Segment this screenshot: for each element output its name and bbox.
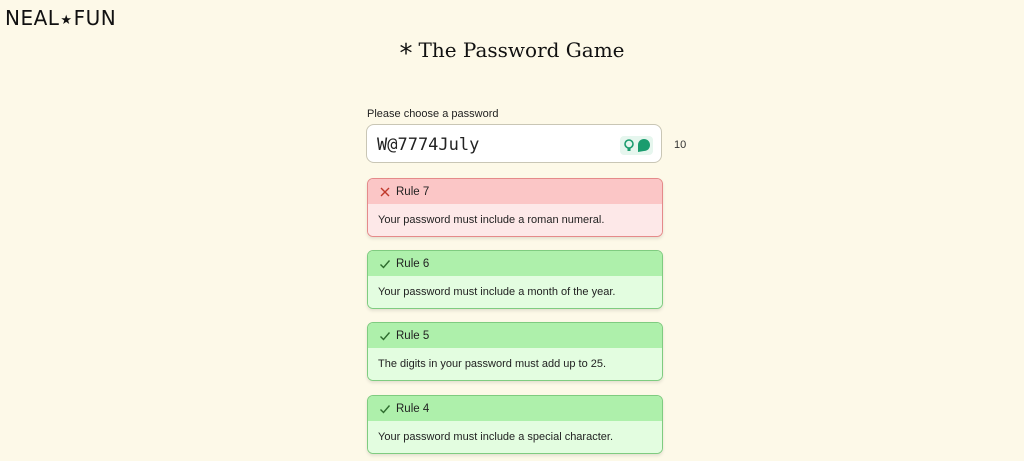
rule-card-6: Rule 6 Your password must include a mont… — [367, 250, 663, 309]
rule-label: Rule 5 — [396, 329, 430, 342]
rule-header: Rule 5 — [368, 323, 662, 348]
logo-star-icon: ★ — [60, 13, 73, 28]
rule-description: Your password must include a roman numer… — [368, 204, 662, 236]
password-prompt-label: Please choose a password — [367, 108, 499, 120]
password-value[interactable]: W@7774July — [377, 135, 479, 155]
rule-label: Rule 4 — [396, 402, 430, 415]
check-icon — [380, 404, 391, 414]
asterisk-icon: * — [399, 39, 413, 69]
rule-label: Rule 7 — [396, 185, 430, 198]
logo-text-left: NEAL — [5, 6, 60, 30]
rule-description: Your password must include a special cha… — [368, 421, 662, 453]
x-icon — [380, 187, 390, 196]
page-title: * The Password Game — [0, 38, 1024, 69]
check-icon — [380, 331, 391, 341]
logo-text-right: FUN — [73, 6, 117, 30]
rule-header: Rule 4 — [368, 396, 662, 421]
rule-card-7: Rule 7 Your password must include a roma… — [367, 178, 663, 237]
password-length-counter: 10 — [674, 139, 687, 151]
page-title-text: The Password Game — [418, 38, 625, 62]
rule-description: Your password must include a month of th… — [368, 276, 662, 308]
check-icon — [380, 259, 391, 269]
lightbulb-icon[interactable] — [624, 139, 634, 152]
chat-bubble-icon[interactable] — [637, 138, 651, 153]
rule-card-4: Rule 4 Your password must include a spec… — [367, 395, 663, 454]
rule-header: Rule 7 — [368, 179, 662, 204]
password-extension-icons[interactable] — [620, 136, 653, 155]
password-game-page: NEAL★FUN * The Password Game Please choos… — [0, 0, 1024, 461]
rule-label: Rule 6 — [396, 257, 430, 270]
rule-card-5: Rule 5 The digits in your password must … — [367, 322, 663, 381]
rule-header: Rule 6 — [368, 251, 662, 276]
password-input[interactable]: W@7774July — [366, 124, 662, 163]
site-logo[interactable]: NEAL★FUN — [5, 6, 116, 30]
rule-description: The digits in your password must add up … — [368, 348, 662, 380]
